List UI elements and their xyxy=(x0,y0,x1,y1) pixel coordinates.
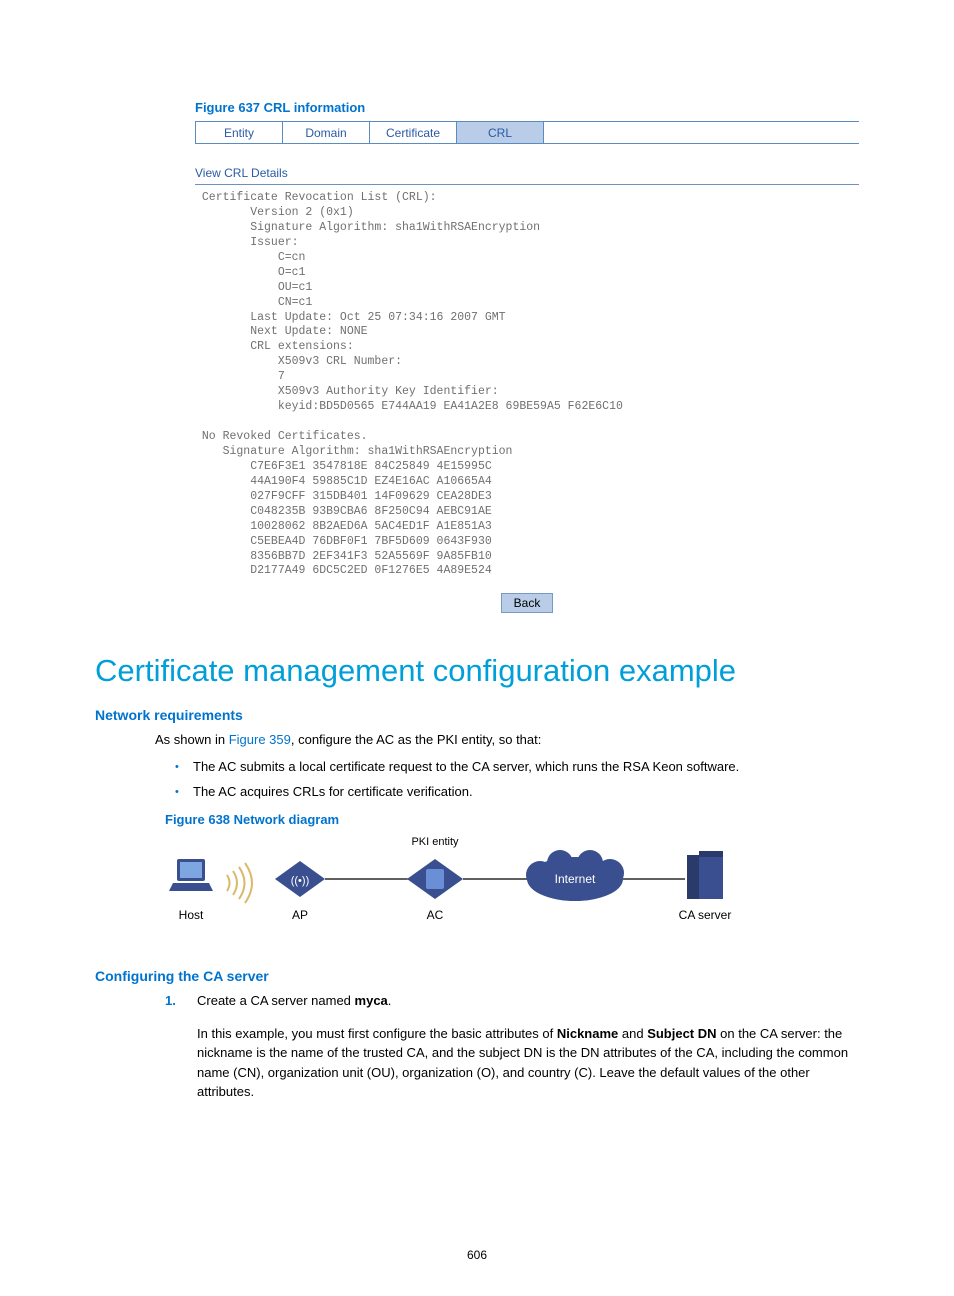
network-intro: As shown in Figure 359, configure the AC… xyxy=(155,731,859,750)
host-label: Host xyxy=(179,908,204,922)
page-number: 606 xyxy=(0,1248,954,1262)
step-title-prefix: Create a CA server named xyxy=(197,993,355,1008)
tab-entity[interactable]: Entity xyxy=(195,122,283,143)
intro-prefix: As shown in xyxy=(155,732,229,747)
step-1: 1. Create a CA server named myca. xyxy=(165,992,859,1011)
configure-ca-heading: Configuring the CA server xyxy=(95,968,859,984)
ac-icon xyxy=(407,859,463,899)
figure-638-title: Figure 638 Network diagram xyxy=(165,812,859,827)
internet-label: Internet xyxy=(555,872,596,886)
tab-certificate[interactable]: Certificate xyxy=(370,122,457,143)
figure-637-title: Figure 637 CRL information xyxy=(195,100,859,115)
tab-crl[interactable]: CRL xyxy=(457,122,544,143)
section-title: Certificate management configuration exa… xyxy=(95,653,859,689)
ca-server-icon xyxy=(687,851,723,899)
wifi-icon xyxy=(227,863,252,903)
nickname-bold: Nickname xyxy=(557,1026,618,1041)
ap-label: AP xyxy=(292,908,308,922)
ca-server-label: CA server xyxy=(679,908,732,922)
view-crl-details-label: View CRL Details xyxy=(195,166,859,180)
subjectdn-bold: Subject DN xyxy=(647,1026,716,1041)
ap-icon: ((•)) xyxy=(275,861,325,897)
ac-label: AC xyxy=(427,908,444,922)
crl-output: Certificate Revocation List (CRL): Versi… xyxy=(195,191,859,579)
list-item: The AC acquires CRLs for certificate ver… xyxy=(165,783,859,802)
intro-suffix: , configure the AC as the PKI entity, so… xyxy=(291,732,542,747)
list-item: The AC submits a local certificate reque… xyxy=(165,758,859,777)
pki-entity-label: PKI entity xyxy=(411,836,459,848)
configure-steps: 1. Create a CA server named myca. xyxy=(165,992,859,1011)
internet-cloud-icon: Internet xyxy=(526,850,624,901)
step-title-suffix: . xyxy=(388,993,392,1008)
back-button[interactable]: Back xyxy=(501,593,554,613)
tab-bar: Entity Domain Certificate CRL xyxy=(195,121,859,144)
network-diagram: PKI entity ((•)) xyxy=(165,833,859,938)
figure-359-link[interactable]: Figure 359 xyxy=(229,732,291,747)
step-1-body: In this example, you must first configur… xyxy=(197,1024,859,1102)
separator xyxy=(195,184,859,185)
step-title-bold: myca xyxy=(355,993,388,1008)
network-requirements-heading: Network requirements xyxy=(95,707,859,723)
host-icon xyxy=(169,859,213,891)
svg-text:((•)): ((•)) xyxy=(291,875,310,887)
network-bullets: The AC submits a local certificate reque… xyxy=(165,758,859,802)
step-number: 1. xyxy=(165,992,176,1011)
body-part: and xyxy=(618,1026,647,1041)
body-part: In this example, you must first configur… xyxy=(197,1026,557,1041)
tab-domain[interactable]: Domain xyxy=(283,122,370,143)
